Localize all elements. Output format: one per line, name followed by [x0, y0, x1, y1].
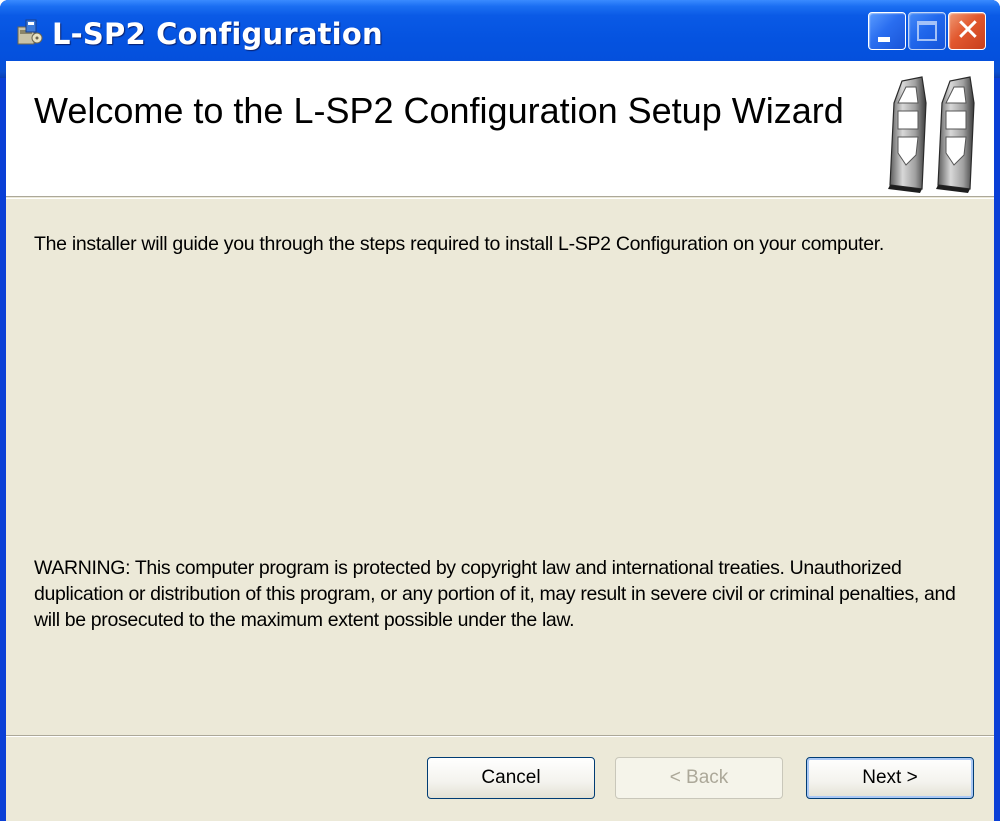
footer-divider-highlight: [6, 736, 994, 737]
cancel-button[interactable]: Cancel: [427, 757, 595, 799]
wizard-banner: Welcome to the L-SP2 Configuration Setup…: [6, 61, 994, 197]
copyright-warning: WARNING: This computer program is protec…: [34, 557, 956, 631]
close-icon: ✕: [955, 13, 981, 48]
maximize-button: [908, 12, 946, 50]
security-gates-icon: [888, 76, 975, 193]
banner-title: Welcome to the L-SP2 Configuration Setup…: [34, 90, 844, 131]
installer-window: L-SP2 Configuration ✕ Welcome to the L-S…: [0, 0, 1000, 821]
maximize-icon: [917, 21, 937, 41]
minimize-button[interactable]: [868, 12, 906, 50]
wizard-content: Welcome to the L-SP2 Configuration Setup…: [6, 61, 994, 821]
close-button[interactable]: ✕: [948, 12, 986, 50]
minimize-icon: [878, 37, 890, 42]
banner-divider: [6, 198, 994, 199]
back-button: < Back: [615, 757, 783, 799]
intro-text: The installer will guide you through the…: [34, 233, 885, 255]
window-title: L-SP2 Configuration: [52, 17, 383, 51]
installer-icon: [17, 19, 43, 45]
next-button[interactable]: Next >: [806, 757, 974, 799]
